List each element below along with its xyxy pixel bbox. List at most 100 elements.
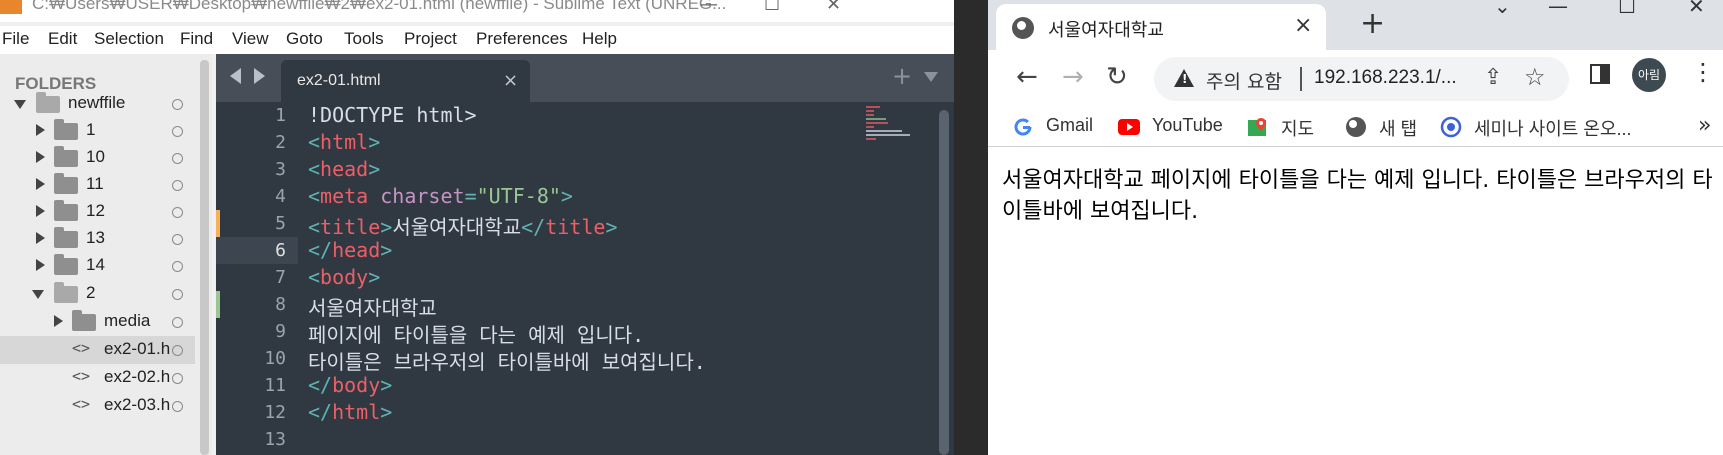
url-text[interactable]: 192.168.223.1/... xyxy=(1314,67,1457,89)
window-divider xyxy=(954,0,988,455)
sublime-titlebar: C:₩Users₩USER₩Desktop₩newffile₩2₩ex2-01.… xyxy=(0,0,954,22)
menu-view[interactable]: View xyxy=(232,29,269,49)
menu-file[interactable]: File xyxy=(2,29,29,49)
line-number-row: 2 xyxy=(216,129,298,156)
minimize-icon[interactable]: — xyxy=(1548,0,1568,18)
menu-goto[interactable]: Goto xyxy=(286,29,323,49)
tree-label: ex2-01.h xyxy=(104,339,171,358)
bookmark-maps[interactable]: 지도 xyxy=(1247,113,1327,141)
tree-item-10[interactable]: 10 xyxy=(0,144,195,172)
chevron-right-icon[interactable] xyxy=(36,259,45,271)
chevron-down-icon[interactable] xyxy=(32,290,44,299)
menu-kebab-icon[interactable]: ⋮ xyxy=(1691,58,1715,86)
line-number-row: 6 xyxy=(216,237,298,264)
profile-avatar[interactable]: 아림 xyxy=(1632,58,1666,92)
menu-find[interactable]: Find xyxy=(180,29,213,49)
folder-open-icon xyxy=(36,92,60,113)
minimize-icon[interactable]: — xyxy=(700,0,718,15)
menu-tools[interactable]: Tools xyxy=(344,29,384,49)
line-number: 6 xyxy=(275,240,286,261)
tab-next-icon[interactable] xyxy=(254,68,265,84)
code-line[interactable]: <body> xyxy=(308,265,380,289)
bookmarks-more-icon[interactable]: » xyxy=(1698,113,1711,138)
tree-item-13[interactable]: 13 xyxy=(0,225,195,253)
close-window-icon[interactable]: ✕ xyxy=(1688,0,1705,18)
tree-item-media[interactable]: media xyxy=(0,308,195,336)
chevron-right-icon[interactable] xyxy=(36,205,45,217)
chevron-down-icon[interactable]: ⌄ xyxy=(1494,0,1511,18)
browser-tab-title: 서울여자대학교 xyxy=(1048,20,1164,41)
code-line[interactable]: <title>서울여자대학교</title> xyxy=(308,211,617,240)
code-line[interactable]: 서울여자대학교 xyxy=(308,292,437,321)
chevron-right-icon[interactable] xyxy=(36,232,45,244)
circle-icon xyxy=(172,401,183,412)
tab-prev-icon[interactable] xyxy=(230,68,241,84)
tab-ex2-01[interactable]: ex2-01.html × xyxy=(281,60,530,102)
side-panel-icon[interactable] xyxy=(1590,64,1610,84)
share-icon[interactable]: ⇪ xyxy=(1484,65,1502,90)
reload-icon[interactable]: ↻ xyxy=(1106,62,1128,92)
menu-selection[interactable]: Selection xyxy=(94,29,164,49)
line-number-row: 11 xyxy=(216,372,298,399)
menu-help[interactable]: Help xyxy=(582,29,617,49)
tab-close-icon[interactable]: × xyxy=(503,70,518,91)
security-warning[interactable]: 주의 요함 xyxy=(1206,67,1282,94)
code-line[interactable]: !DOCTYPE html> xyxy=(308,103,477,127)
menu-project[interactable]: Project xyxy=(404,29,457,49)
line-number-row: 9 xyxy=(216,318,298,345)
code-line[interactable]: 타이틀은 브라우저의 타이틀바에 보여집니다. xyxy=(308,346,706,375)
chevron-right-icon[interactable] xyxy=(36,124,45,136)
maximize-icon[interactable]: ☐ xyxy=(764,0,780,15)
bookmark-gmail[interactable]: Gmail xyxy=(1012,113,1112,141)
code-line[interactable]: <html> xyxy=(308,130,380,154)
menu-edit[interactable]: Edit xyxy=(48,29,77,49)
chevron-right-icon[interactable] xyxy=(54,315,63,327)
browser-tab[interactable]: 서울여자대학교 × xyxy=(996,4,1326,50)
tree-item-ex2-01[interactable]: <> ex2-01.h xyxy=(0,336,195,364)
code-line[interactable]: <head> xyxy=(308,157,380,181)
chevron-right-icon[interactable] xyxy=(36,178,45,190)
chevron-right-icon[interactable] xyxy=(36,151,45,163)
line-number: 2 xyxy=(275,132,286,153)
bookmark-youtube[interactable]: YouTube xyxy=(1118,113,1238,141)
folder-icon xyxy=(54,227,78,248)
code-line[interactable]: </html> xyxy=(308,400,392,424)
tab-menu-icon[interactable] xyxy=(924,72,938,82)
close-tab-icon[interactable]: × xyxy=(1294,13,1312,38)
tree-item-11[interactable]: 11 xyxy=(0,171,195,199)
tree-item-ex2-02[interactable]: <> ex2-02.h xyxy=(0,364,195,392)
code-line[interactable]: <meta charset="UTF-8"> xyxy=(308,184,573,208)
close-icon[interactable]: ✕ xyxy=(826,0,841,15)
maximize-icon[interactable]: ☐ xyxy=(1618,0,1636,18)
menu-preferences[interactable]: Preferences xyxy=(476,29,568,49)
address-bar[interactable]: 주의 요함 192.168.223.1/... ⇪ ☆ xyxy=(1154,57,1569,101)
tree-item-2[interactable]: 2 xyxy=(0,280,195,308)
code-line[interactable]: </head> xyxy=(308,238,392,262)
minimap[interactable] xyxy=(866,104,926,144)
file-code-icon: <> xyxy=(72,367,91,385)
new-tab-icon[interactable]: + xyxy=(892,62,912,90)
line-number: 8 xyxy=(275,294,286,315)
new-tab-button[interactable]: + xyxy=(1360,6,1385,41)
line-number-row: 1 xyxy=(216,102,298,129)
forward-icon[interactable]: → xyxy=(1062,62,1084,92)
code-editor[interactable]: 1 !DOCTYPE html> 2 <html> 3 <head> 4 <meta char… xyxy=(216,102,954,455)
code-line[interactable]: 페이지에 타이틀을 다는 예제 입니다. xyxy=(308,319,644,348)
modified-marker xyxy=(216,210,220,237)
editor-scrollbar[interactable] xyxy=(939,110,949,455)
bookmark-seminar[interactable]: 세미나 사이트 온오... xyxy=(1440,113,1690,141)
bookmark-star-icon[interactable]: ☆ xyxy=(1524,63,1546,91)
bookmark-new-tab[interactable]: 새 탭 xyxy=(1345,113,1425,141)
back-icon[interactable]: ← xyxy=(1016,62,1038,92)
tree-item-1[interactable]: 1 xyxy=(0,117,195,145)
warning-icon[interactable] xyxy=(1174,69,1194,87)
tree-item-12[interactable]: 12 xyxy=(0,198,195,226)
sidebar-scrollbar[interactable] xyxy=(200,60,209,455)
tree-item-14[interactable]: 14 xyxy=(0,252,195,280)
file-code-icon: <> xyxy=(72,339,91,357)
line-number-row: 7 xyxy=(216,264,298,291)
tree-item-newffile[interactable]: newffile xyxy=(0,90,195,118)
chevron-down-icon[interactable] xyxy=(14,100,26,109)
code-line[interactable]: </body> xyxy=(308,373,392,397)
tree-item-ex2-03[interactable]: <> ex2-03.h xyxy=(0,392,195,420)
